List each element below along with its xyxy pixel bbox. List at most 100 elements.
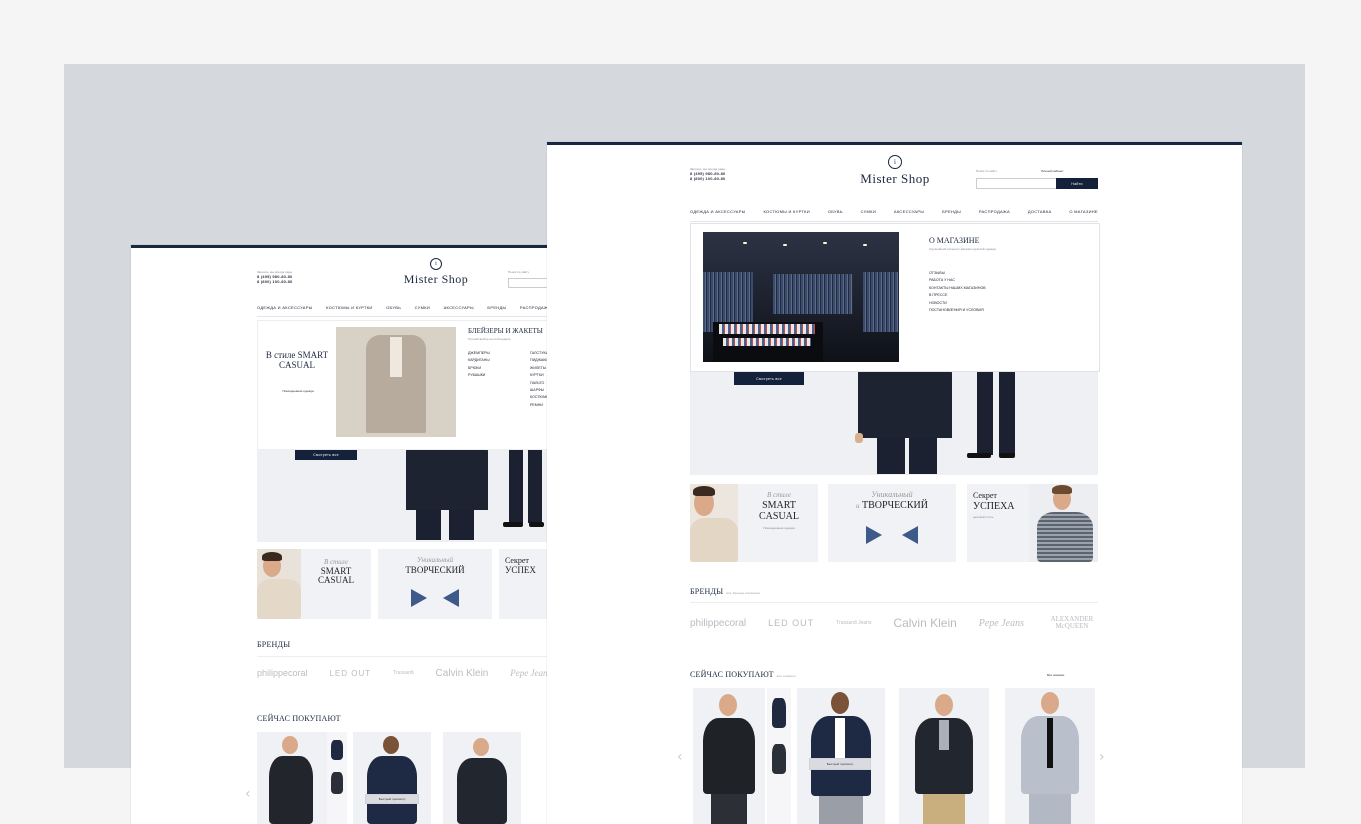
hero-model2-leg [999,370,1015,455]
thumb-image [772,744,786,774]
quick-view-chip[interactable]: Быстрый просмотр [809,758,871,770]
dropdown-link[interactable]: Брюки [468,366,490,370]
product-card[interactable] [899,688,989,824]
brand-logo[interactable]: philippecoral [690,618,746,629]
phone-2[interactable]: 8 (800) 100-80-80 [690,176,725,181]
promo-big: УСПЕХ [505,565,536,575]
logo-text: Mister Shop [860,171,930,186]
nav-item[interactable]: Аксессуары [444,305,474,310]
carousel-prev-icon[interactable]: ‹ [677,749,683,765]
all-new-link[interactable]: Все новинки [1047,673,1064,677]
dropdown-link[interactable]: Контакты наших магазинов [929,286,986,290]
brand-logo[interactable]: Pepe Jeans [510,668,551,678]
product-thumbs[interactable] [767,688,791,824]
carousel-prev-icon[interactable]: ‹ [245,786,251,802]
brand-logo[interactable]: Trussardi [393,670,414,676]
logo[interactable]: i Mister Shop [853,155,937,187]
brand-logo[interactable]: ALEXANDER McQUEEN [1046,616,1098,630]
product-card[interactable] [1005,688,1095,824]
product-thumbs[interactable] [327,732,347,824]
bowtie-image [411,589,459,607]
thumb-image [331,772,343,794]
dropdown-link[interactable]: Постановления и условия [929,308,986,312]
dropdown-link[interactable]: В прессе [929,293,986,297]
promo-sub: деловой стиль [973,515,994,519]
model-head [1041,692,1059,714]
promo-big: SMART [762,500,796,511]
model-legs [711,794,747,824]
search-input[interactable] [508,278,551,288]
nav-item[interactable]: Обувь [828,209,843,214]
nav-item[interactable]: Костюмы и куртки [763,209,809,214]
promo-creative[interactable]: Уникальный ТВОРЧЕСКИЙ [378,549,492,619]
brand-logo[interactable]: Trussardi Jeans [836,620,871,626]
brand-logo[interactable]: LED OUT [768,618,814,628]
promo-smart-casual[interactable]: В стиле SMART CASUAL Повседневная одежда [690,484,818,562]
hero-cta-button[interactable]: Смотреть все [734,372,804,385]
model-tie [1047,718,1053,768]
promo-success[interactable]: Секрет УСПЕХА деловой стиль [967,484,1098,562]
dropdown-link[interactable]: Рубашки [468,373,490,377]
dropdown-link[interactable]: Работа у нас [929,278,986,282]
dropdown-link[interactable]: Новости [929,301,986,305]
product-card[interactable] [443,732,521,824]
nav-item[interactable]: Обувь [386,305,401,310]
carousel-next-icon[interactable]: › [1099,749,1105,765]
buying-title: Сейчас покупают все новинки [690,670,796,679]
left-page-mockup: Звоните, мы всегда рады 8 (495) 980-80-8… [131,245,551,824]
product-card[interactable] [257,732,327,824]
brand-logo[interactable]: philippecoral [257,668,308,678]
model-shirt [939,720,949,750]
store-folded-shirts [723,338,811,346]
hero-cta-button[interactable]: Смотреть все [295,450,357,460]
category-dropdown: В стиле SMART CASUAL Повседневная одежда… [257,320,551,450]
product-card[interactable]: Быстрый просмотр [353,732,431,824]
brand-logo[interactable]: Calvin Klein [893,616,956,630]
dropdown-link[interactable]: Кардиганы [468,358,490,362]
promo-small: Повседневная одежда [763,526,795,530]
hero-shoe [967,453,991,458]
nav-item[interactable]: Костюмы и куртки [326,305,372,310]
right-page-mockup: Звоните, мы всегда рады 8 (495) 980-80-8… [547,142,1242,824]
promo-ital: Уникальный [416,556,454,564]
promo-smart-casual[interactable]: В стиле SMART CASUAL [257,549,371,619]
nav-item[interactable]: Распродажа [979,209,1010,214]
nav-item[interactable]: Одежда и аксессуары [257,305,313,310]
blazer-image[interactable] [336,327,456,437]
brand-logo[interactable]: Pepe Jeans [979,618,1024,629]
promo-ital: Уникальный [871,490,913,499]
promo-success[interactable]: Секрет УСПЕХ [499,549,551,619]
model-hair [1052,485,1072,494]
nav-item[interactable]: Доставка [1028,209,1052,214]
nav-item[interactable]: Бренды [942,209,961,214]
promo-creative[interactable]: Уникальный и ТВОРЧЕСКИЙ [828,484,956,562]
nav-item[interactable]: Сумки [861,209,876,214]
nav-item[interactable]: Одежда и аксессуары [690,209,746,214]
hero-shoe [529,522,544,527]
nav-item[interactable]: О магазине [1069,209,1098,214]
dropdown-menu-title: Блейзеры и жакеты [468,327,543,335]
model-head [831,692,849,714]
nav-item[interactable]: Бренды [487,305,506,310]
quick-view-chip[interactable]: Быстрый просмотр [365,794,419,804]
model-body [1037,512,1093,562]
dropdown-link[interactable]: Джемперы [468,351,490,355]
logo[interactable]: i Mister Shop [401,258,471,287]
product-card[interactable]: Быстрый просмотр [797,688,885,824]
brand-logo[interactable]: LED OUT [329,669,371,678]
dropdown-sub: Крупнейший интернет-магазин мужской одеж… [929,247,997,251]
dropdown-link[interactable]: Отзывы [929,271,986,275]
account-link[interactable]: Личный кабинет [1041,169,1064,173]
search-button[interactable]: Найти [1056,178,1098,189]
contact-block: Звоните, мы всегда рады 8 (495) 980-80-8… [257,270,292,284]
nav-item[interactable]: Аксессуары [894,209,924,214]
phone-2[interactable]: 8 (800) 100-80-80 [257,279,292,284]
search-input[interactable] [976,178,1064,189]
nav-item[interactable]: Сумки [415,305,430,310]
hero-banner [257,448,551,542]
logo-text: Mister Shop [403,272,469,286]
dropdown-list: Отзывы Работа у нас Контакты наших магаз… [929,271,986,315]
product-card[interactable] [693,688,765,824]
model-shirt [835,718,845,758]
brand-logo[interactable]: Calvin Klein [436,668,489,679]
